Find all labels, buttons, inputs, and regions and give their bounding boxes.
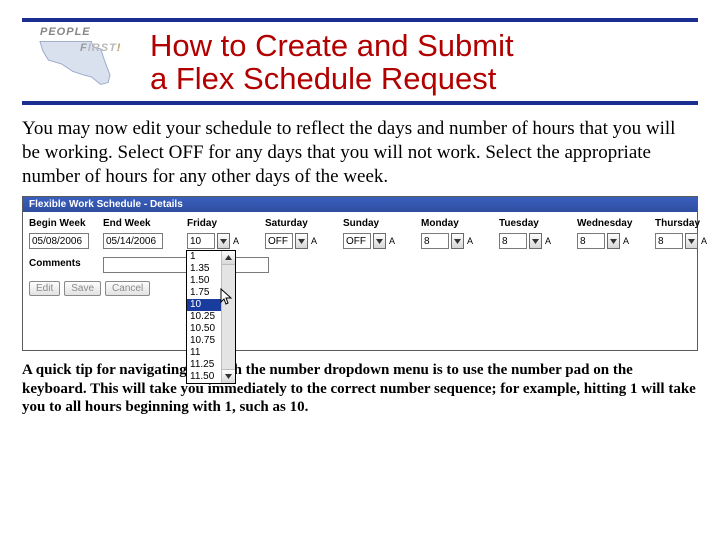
tip-paragraph: A quick tip for navigating through the n… [22, 361, 698, 416]
flex-schedule-panel: Flexible Work Schedule - Details Begin W… [22, 196, 698, 351]
page-title-line1: How to Create and Submit [150, 30, 698, 63]
edit-button[interactable]: Edit [29, 281, 60, 296]
label-sunday: Sunday [343, 218, 421, 229]
header-rule-top [22, 18, 698, 22]
label-tuesday: Tuesday [499, 218, 577, 229]
page-title: How to Create and Submit a Flex Schedule… [140, 28, 698, 95]
saturday-suffix: A [311, 236, 317, 246]
thursday-hours-field[interactable]: 8 [655, 233, 683, 249]
cursor-icon [220, 288, 234, 309]
logo-first-text: FIRST! [80, 42, 121, 54]
wednesday-hours-field[interactable]: 8 [577, 233, 605, 249]
friday-hours-field[interactable]: 10 [187, 233, 215, 249]
sunday-dropdown-button[interactable] [373, 233, 386, 249]
header-rule-bottom [22, 101, 698, 105]
logo-people-text: PEOPLE [40, 26, 91, 38]
label-wednesday: Wednesday [577, 218, 655, 229]
begin-week-field[interactable]: 05/08/2006 [29, 233, 89, 249]
friday-hours-dropdown-list[interactable]: 11.351.501.751010.2510.5010.751111.2511.… [186, 250, 236, 384]
instruction-paragraph: You may now edit your schedule to reflec… [22, 117, 698, 188]
people-first-logo: PEOPLE FIRST! [22, 28, 140, 90]
thursday-dropdown-button[interactable] [685, 233, 698, 249]
saturday-hours-field[interactable]: OFF [265, 233, 293, 249]
wednesday-suffix: A [623, 236, 629, 246]
thursday-suffix: A [701, 236, 707, 246]
save-button[interactable]: Save [64, 281, 101, 296]
label-saturday: Saturday [265, 218, 343, 229]
label-comments: Comments [29, 258, 103, 269]
label-friday: Friday [187, 218, 265, 229]
dropdown-scrollbar[interactable] [221, 251, 235, 383]
sunday-suffix: A [389, 236, 395, 246]
sunday-hours-field[interactable]: OFF [343, 233, 371, 249]
wednesday-dropdown-button[interactable] [607, 233, 620, 249]
tuesday-dropdown-button[interactable] [529, 233, 542, 249]
scroll-down-arrow-icon[interactable] [222, 369, 235, 383]
label-monday: Monday [421, 218, 499, 229]
scroll-up-arrow-icon[interactable] [222, 251, 235, 265]
monday-hours-field[interactable]: 8 [421, 233, 449, 249]
saturday-dropdown-button[interactable] [295, 233, 308, 249]
tuesday-hours-field[interactable]: 8 [499, 233, 527, 249]
label-thursday: Thursday [655, 218, 720, 229]
monday-suffix: A [467, 236, 473, 246]
page-title-line2: a Flex Schedule Request [150, 63, 698, 96]
friday-dropdown-button[interactable] [217, 233, 230, 249]
cancel-button[interactable]: Cancel [105, 281, 150, 296]
panel-titlebar: Flexible Work Schedule - Details [23, 197, 697, 212]
label-begin-week: Begin Week [29, 218, 103, 229]
label-end-week: End Week [103, 218, 187, 229]
friday-suffix: A [233, 236, 239, 246]
monday-dropdown-button[interactable] [451, 233, 464, 249]
end-week-field[interactable]: 05/14/2006 [103, 233, 163, 249]
tuesday-suffix: A [545, 236, 551, 246]
